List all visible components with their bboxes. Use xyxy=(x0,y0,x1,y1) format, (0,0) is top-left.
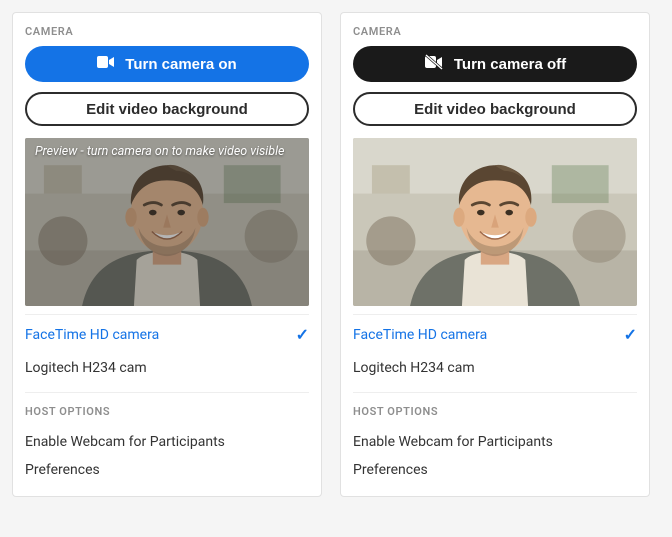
camera-section-header: CAMERA xyxy=(25,25,309,38)
camera-device-label: Logitech H234 cam xyxy=(25,360,147,376)
camera-panel-on-state: CAMERA Turn camera off Edit video backgr… xyxy=(340,12,650,497)
enable-webcam-participants-option[interactable]: Enable Webcam for Participants xyxy=(353,426,637,454)
camera-device-label: Logitech H234 cam xyxy=(353,360,475,376)
turn-camera-on-label: Turn camera on xyxy=(125,56,236,73)
edit-video-background-button[interactable]: Edit video background xyxy=(25,92,309,126)
camera-preview xyxy=(353,138,637,306)
preferences-option[interactable]: Preferences xyxy=(25,454,309,482)
edit-video-background-label: Edit video background xyxy=(414,101,576,118)
camera-section-header: CAMERA xyxy=(353,25,637,38)
check-icon: ✓ xyxy=(296,325,309,344)
edit-video-background-button[interactable]: Edit video background xyxy=(353,92,637,126)
camera-off-icon xyxy=(424,54,444,74)
preview-hint-text: Preview - turn camera on to make video v… xyxy=(35,144,299,159)
camera-device-item[interactable]: FaceTime HD camera ✓ xyxy=(353,315,637,350)
camera-device-list: FaceTime HD camera ✓ Logitech H234 cam xyxy=(353,314,637,382)
preview-dim-overlay xyxy=(25,138,309,306)
camera-panel-off-state: CAMERA Turn camera on Edit video backgro… xyxy=(12,12,322,497)
host-options-section: HOST OPTIONS Enable Webcam for Participa… xyxy=(353,392,637,482)
camera-device-label: FaceTime HD camera xyxy=(25,327,159,343)
check-icon: ✓ xyxy=(624,325,637,344)
host-options-header: HOST OPTIONS xyxy=(353,405,637,418)
preferences-option[interactable]: Preferences xyxy=(353,454,637,482)
camera-on-icon xyxy=(97,55,115,73)
camera-preview: Preview - turn camera on to make video v… xyxy=(25,138,309,306)
camera-device-label: FaceTime HD camera xyxy=(353,327,487,343)
host-options-header: HOST OPTIONS xyxy=(25,405,309,418)
turn-camera-on-button[interactable]: Turn camera on xyxy=(25,46,309,82)
enable-webcam-participants-option[interactable]: Enable Webcam for Participants xyxy=(25,426,309,454)
host-options-section: HOST OPTIONS Enable Webcam for Participa… xyxy=(25,392,309,482)
edit-video-background-label: Edit video background xyxy=(86,101,248,118)
turn-camera-off-label: Turn camera off xyxy=(454,56,566,73)
camera-device-item[interactable]: Logitech H234 cam xyxy=(353,350,637,382)
camera-device-item[interactable]: FaceTime HD camera ✓ xyxy=(25,315,309,350)
camera-device-list: FaceTime HD camera ✓ Logitech H234 cam xyxy=(25,314,309,382)
camera-device-item[interactable]: Logitech H234 cam xyxy=(25,350,309,382)
turn-camera-off-button[interactable]: Turn camera off xyxy=(353,46,637,82)
